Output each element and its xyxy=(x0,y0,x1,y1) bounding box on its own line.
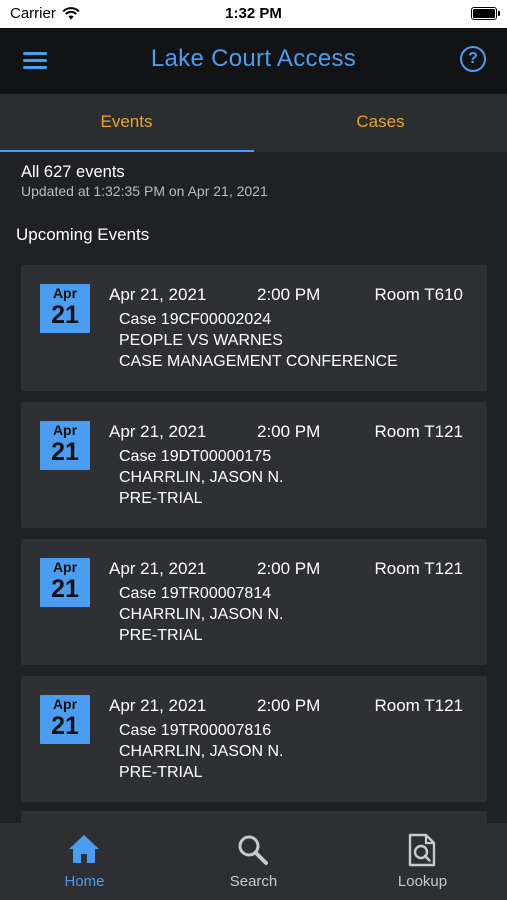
status-time: 1:32 PM xyxy=(225,5,282,22)
date-badge-day: 21 xyxy=(51,575,79,603)
tab-events[interactable]: Events xyxy=(0,94,253,152)
date-badge-day: 21 xyxy=(51,438,79,466)
event-type: PRE-TRIAL xyxy=(119,764,203,781)
status-bar: Carrier 1:32 PM xyxy=(0,0,507,28)
event-case-number: Case 19DT00000175 xyxy=(119,448,272,465)
event-case-number: Case 19TR00007814 xyxy=(119,585,272,602)
tab-cases[interactable]: Cases xyxy=(254,94,507,152)
nav-lookup[interactable]: Lookup xyxy=(338,823,507,900)
app-title: Lake Court Access xyxy=(150,45,357,72)
date-badge-day: 21 xyxy=(51,712,79,740)
date-badge-month: Apr xyxy=(52,285,78,301)
tab-selected-indicator xyxy=(0,150,254,152)
search-icon xyxy=(238,835,268,865)
battery-icon xyxy=(471,7,500,20)
date-badge: Apr 21 xyxy=(40,421,90,470)
date-badge: Apr 21 xyxy=(40,695,90,744)
event-date: Apr 21, 2021 xyxy=(109,422,207,441)
event-party: PEOPLE VS WARNES xyxy=(119,332,283,349)
home-icon xyxy=(69,835,99,863)
events-count: All 627 events xyxy=(21,163,125,181)
nav-lookup-label: Lookup xyxy=(397,873,448,890)
bottom-nav: Home Search Lookup xyxy=(0,823,507,900)
event-time: 2:00 PM xyxy=(257,696,321,715)
event-card[interactable]: Apr 21 Apr 21, 2021 2:00 PM Room T610 Ca… xyxy=(21,265,487,391)
date-badge: Apr 21 xyxy=(40,284,90,333)
document-search-icon xyxy=(408,833,436,867)
event-date: Apr 21, 2021 xyxy=(109,285,207,304)
event-party: CHARRLIN, JASON N. xyxy=(119,743,284,760)
date-badge-day: 21 xyxy=(51,301,79,329)
event-type: PRE-TRIAL xyxy=(119,490,203,507)
event-time: 2:00 PM xyxy=(257,422,321,441)
event-date: Apr 21, 2021 xyxy=(109,696,207,715)
event-room: Room T610 xyxy=(374,285,463,304)
date-badge-month: Apr xyxy=(52,422,78,438)
date-badge-month: Apr xyxy=(52,559,78,575)
event-room: Room T121 xyxy=(374,559,463,578)
event-case-number: Case 19CF00002024 xyxy=(119,311,272,328)
event-date: Apr 21, 2021 xyxy=(109,559,207,578)
help-icon[interactable]: ? xyxy=(460,46,486,72)
nav-home[interactable]: Home xyxy=(0,823,169,900)
date-badge: Apr 21 xyxy=(40,558,90,607)
event-type: CASE MANAGEMENT CONFERENCE xyxy=(119,353,398,370)
event-type: PRE-TRIAL xyxy=(119,627,203,644)
event-card[interactable]: Apr 21 Apr 21, 2021 2:00 PM Room T121 Ca… xyxy=(21,539,487,665)
nav-search[interactable]: Search xyxy=(169,823,338,900)
event-room: Room T121 xyxy=(374,422,463,441)
event-case-number: Case 19TR00007816 xyxy=(119,722,272,739)
event-party: CHARRLIN, JASON N. xyxy=(119,606,284,623)
tab-bar: Events Cases xyxy=(0,94,507,152)
section-title: Upcoming Events xyxy=(16,225,150,244)
event-time: 2:00 PM xyxy=(257,285,321,304)
event-card[interactable]: Apr 21 Apr 21, 2021 2:00 PM Room T121 Ca… xyxy=(21,676,487,802)
event-room: Room T121 xyxy=(374,696,463,715)
nav-home-label: Home xyxy=(64,873,105,890)
app-header: Lake Court Access ? xyxy=(0,28,507,94)
event-time: 2:00 PM xyxy=(257,559,321,578)
event-party: CHARRLIN, JASON N. xyxy=(119,469,284,486)
last-updated: Updated at 1:32:35 PM on Apr 21, 2021 xyxy=(21,183,268,199)
date-badge-month: Apr xyxy=(52,696,78,712)
nav-search-label: Search xyxy=(229,873,278,890)
event-card[interactable]: Apr 21 Apr 21, 2021 2:00 PM Room T121 Ca… xyxy=(21,402,487,528)
